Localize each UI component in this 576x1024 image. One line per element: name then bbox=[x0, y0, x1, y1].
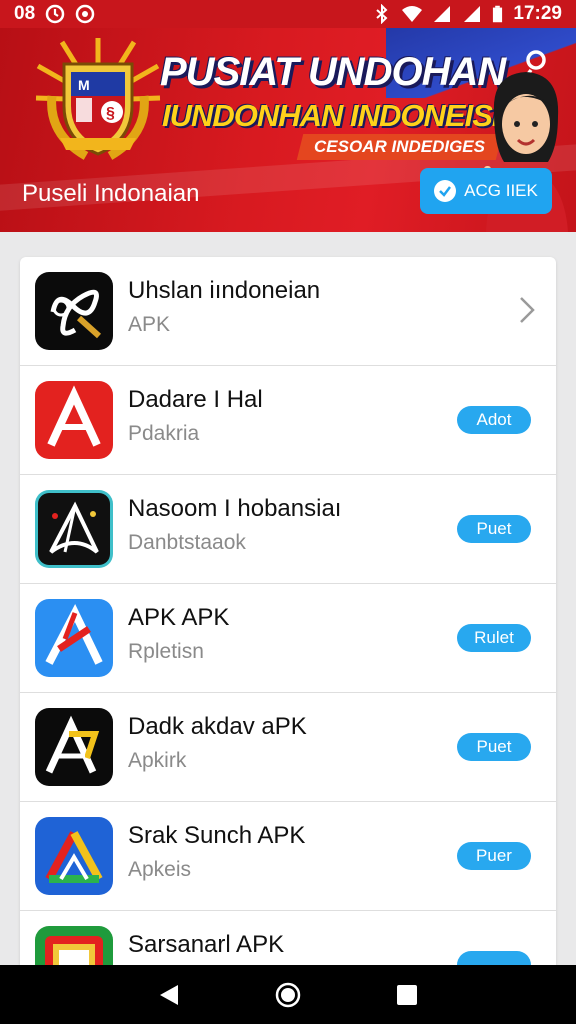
home-button[interactable] bbox=[268, 975, 308, 1015]
app-subtitle: Rpletisn bbox=[128, 640, 204, 663]
signal-icon bbox=[434, 6, 451, 22]
banner-title-line2: IUNDONHAN INDONEISIA bbox=[162, 98, 522, 133]
status-time: 17:29 bbox=[513, 3, 562, 24]
blue-a-red-icon bbox=[35, 599, 113, 677]
app-name: Nasoom I hobansiaı bbox=[128, 495, 342, 522]
status-right: 17:29 bbox=[372, 3, 562, 25]
black-a-yellow-icon bbox=[35, 708, 113, 786]
app-subtitle: APK bbox=[128, 313, 171, 336]
banner-label: Puseli Indonaian bbox=[22, 180, 200, 207]
clock-icon bbox=[45, 4, 65, 24]
status-left: 08 bbox=[14, 3, 95, 25]
app-subtitle: Danbtstaaok bbox=[128, 531, 246, 554]
battery-icon bbox=[493, 5, 503, 23]
status-bar: 08 17:29 bbox=[0, 0, 576, 28]
cta-button[interactable]: ACG IIEK bbox=[420, 168, 552, 214]
list-item[interactable]: Uhslan iındoneian APK bbox=[20, 257, 556, 366]
svg-text:M: M bbox=[78, 77, 90, 93]
action-button[interactable]: Puet bbox=[457, 733, 531, 761]
emblem-icon: M § bbox=[35, 38, 161, 160]
action-button[interactable]: Puer bbox=[457, 842, 531, 870]
recents-button[interactable] bbox=[387, 975, 427, 1015]
action-button[interactable]: Rulet bbox=[457, 624, 531, 652]
app-name: Sarsanarl APK bbox=[128, 931, 285, 958]
cta-label: ACG IIEK bbox=[464, 181, 538, 200]
app-subtitle: Apkirk bbox=[128, 749, 187, 772]
app-name: Dadk akdav aPK bbox=[128, 713, 307, 740]
wifi-icon bbox=[402, 6, 423, 22]
signal-icon bbox=[464, 6, 481, 22]
black-a-teal-icon bbox=[35, 490, 113, 568]
action-button[interactable]: Puet bbox=[457, 515, 531, 543]
bluetooth-icon bbox=[376, 4, 388, 24]
home-circle-icon bbox=[275, 982, 301, 1007]
list-item[interactable]: Srak Sunch APK Apkeis Puer bbox=[20, 802, 556, 911]
sync-icon bbox=[75, 4, 95, 24]
list-item[interactable]: Dadare I Hal Pdakria Adot bbox=[20, 366, 556, 475]
app-subtitle: Pdakria bbox=[128, 422, 200, 445]
app-name: Dadare I Hal bbox=[128, 386, 263, 413]
app-subtitle: Apkeis bbox=[128, 858, 192, 881]
svg-text:§: § bbox=[106, 105, 115, 122]
blue-a-colorful-icon bbox=[35, 817, 113, 895]
app-list: Uhslan iındoneian APK Dadare I Hal Pdakr… bbox=[20, 257, 556, 1017]
chevron-right-icon[interactable] bbox=[518, 295, 536, 325]
app-name: Srak Sunch APK bbox=[128, 822, 306, 849]
list-item[interactable]: APK APK Rpletisn Rulet bbox=[20, 584, 556, 693]
banner-subtitle: CESOAR INDEDIGES bbox=[296, 134, 503, 160]
list-item[interactable]: Nasoom I hobansiaı Danbtstaaok Puet bbox=[20, 475, 556, 584]
infinity-ribbon-icon bbox=[35, 272, 113, 350]
navigation-bar bbox=[0, 965, 576, 1024]
header-banner: M § PUSIAT UNDOHAN IUNDONHAN INDONEISIA … bbox=[0, 28, 576, 232]
banner-subtitle-text: CESOAR INDEDIGES bbox=[314, 137, 485, 156]
recents-square-icon bbox=[396, 984, 417, 1005]
back-triangle-icon bbox=[160, 984, 179, 1005]
status-left-text: 08 bbox=[14, 3, 36, 24]
list-item[interactable]: Dadk akdav aPK Apkirk Puet bbox=[20, 693, 556, 802]
banner-title: PUSIAT UNDOHAN bbox=[160, 50, 506, 94]
back-button[interactable] bbox=[149, 975, 189, 1015]
app-name: Uhslan iındoneian bbox=[128, 277, 321, 304]
checkmark-icon bbox=[434, 180, 457, 202]
action-button[interactable]: Adot bbox=[457, 406, 531, 434]
app-name: APK APK bbox=[128, 604, 230, 631]
red-a-icon bbox=[35, 381, 113, 459]
